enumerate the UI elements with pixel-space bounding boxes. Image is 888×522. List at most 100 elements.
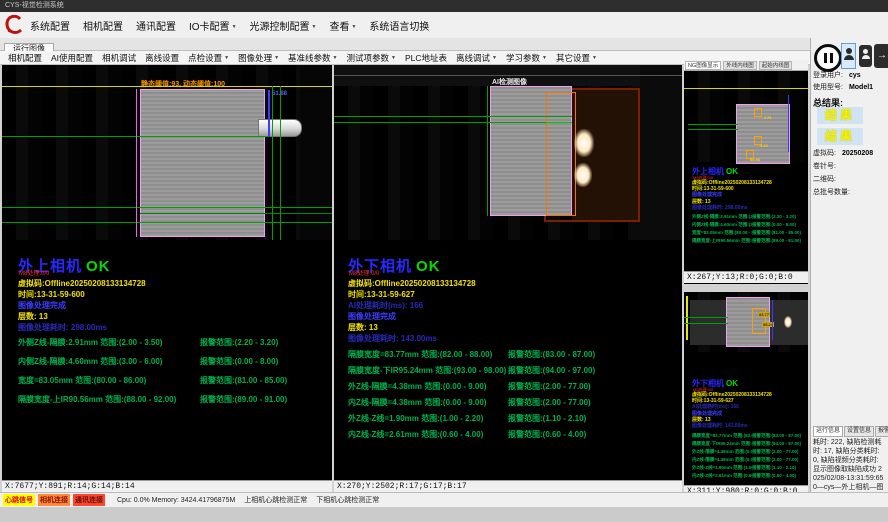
dropdown-arrow-icon: ▼ — [351, 24, 356, 30]
measurement-value: 内Z线-Z线=2.61mm 范围:(0.60 - 4.00) — [348, 427, 508, 443]
status-badge-3: 通讯连接 — [73, 494, 105, 506]
toolbar-item-12[interactable]: 其它设置▼ — [556, 52, 597, 64]
measurement-value: 宽度=83.05mm 范围:(80.00 - 86.00) — [18, 371, 200, 390]
measurement-row: 内侧Z线-隔膜:4.60mm 范围:(3.00 - 6.00)报警范围:(0.0… — [692, 221, 806, 229]
measurement-alarm-range: 报警范围:(81.00 - 85.00) — [200, 371, 287, 390]
pixel-coordinate-readout-middle: X:270;Y:2502;R:17;G:17;B:17 — [334, 480, 682, 492]
status-line: 虚拟码:Offline20250208133134728 — [18, 278, 146, 289]
status-line: 图像处理耗时: 143.00ms — [692, 423, 772, 429]
measurement-alarm-range: 报警范围:(83.00 - 87.00) — [752, 432, 801, 440]
camera-image-middle[interactable]: AI检测图像 — [334, 65, 682, 240]
toolbar-item-2[interactable]: AI使用配置 — [51, 52, 93, 64]
menu-item-5[interactable]: 光源控制配置▼ — [250, 18, 317, 33]
measurement-row: 内Z线-Z线=2.61mm 范围:(0.60 - 4.00)报警范围:(0.60… — [348, 427, 678, 443]
overlay-guide-line — [334, 75, 682, 76]
measurement-alarm-range: 报警范围:(2.00 - 77.00) — [508, 395, 591, 411]
preview-top-panel: NG图像显示外线内线图起始内线图 2.91 4.60 90.56 外上相机OK … — [684, 60, 808, 284]
result-ok-badge: OK — [416, 258, 441, 275]
log-tab-2[interactable]: 设置信息 — [844, 426, 874, 437]
toolbar-item-7[interactable]: 基准线参数▼ — [288, 52, 337, 64]
preview-image-bottom[interactable]: 83.77 95.24 — [684, 292, 808, 352]
pixel-coordinate-readout-left: X:7677;Y:891;R:14;G:14;B:14 — [2, 480, 332, 492]
measurement-value: 外Z线-Z线=1.90mm 范围:(1.00 - 2.20) — [348, 411, 508, 427]
overlay-guide-line — [2, 207, 332, 208]
menu-item-1[interactable]: 系统配置 — [30, 18, 70, 33]
info-fields: 虚拟码:20250208卷针号:二维码:总批号数量: — [813, 148, 873, 200]
preview-tab-3[interactable]: 起始内线图 — [759, 61, 793, 70]
dropdown-arrow-icon: ▼ — [492, 55, 497, 61]
window-titlebar: CYS-视觉检测系统 — [0, 0, 888, 12]
dropdown-arrow-icon: ▼ — [542, 55, 547, 61]
toolbar-item-1[interactable]: 相机配置 — [8, 52, 42, 64]
cpu-memory-readout: Cpu: 0.0% Memory: 3424.41796875M — [117, 497, 235, 504]
exit-button[interactable]: → — [874, 44, 888, 68]
measurement-row: 外Z线-隔膜=4.38mm 范围:(0.00 - 9.00)报警范围:(2.00… — [348, 379, 678, 395]
info-field-row-2: 卷针号: — [813, 161, 873, 174]
measurement-list: 隔膜宽度=83.77mm 范围:(82.00 - 88.00)报警范围:(83.… — [348, 347, 678, 443]
camera-bottom-heartbeat-status: 下相机心跳检测正常 — [316, 495, 379, 505]
status-bar: 心跳信号相机连接通讯连接 Cpu: 0.0% Memory: 3424.4179… — [0, 492, 888, 507]
status-lines: 虚拟码:Offline20250208133134728时间:13-31-59-… — [348, 278, 476, 344]
toolbar-item-9[interactable]: PLC地址表 — [405, 52, 447, 64]
user-switch-button[interactable] — [859, 45, 872, 67]
result-ok-badge: OK — [726, 167, 738, 176]
preview-tab-1[interactable]: NG图像显示 — [685, 61, 721, 70]
field-value: Model1 — [849, 84, 873, 91]
camera-image-left[interactable]: 静态阈值:93, 动态阈值:100 51.88 — [2, 65, 332, 240]
measurement-value: 外侧Z线-隔膜:2.91mm 范围:(2.00 - 3.50) — [18, 333, 200, 352]
preview-image-top[interactable]: 2.91 4.60 90.56 — [684, 71, 808, 162]
field-value: cys — [849, 72, 861, 79]
measurement-alarm-range: 报警范围:(2.20 - 3.20) — [752, 213, 796, 221]
measurement-row: 隔膜宽度-上IR90.56mm 范围:(88.00 - 92.00)报警范围:(… — [18, 390, 328, 409]
menu-item-6[interactable]: 查看▼ — [329, 18, 356, 33]
measurement-alarm-range: 报警范围:(81.00 - 85.00) — [752, 229, 801, 237]
overlay-guide-line — [788, 95, 789, 152]
defect-marker-label: 83.77 — [758, 312, 770, 317]
toolbar-item-6[interactable]: 图像处理▼ — [238, 52, 279, 64]
image-shadow-band — [640, 65, 682, 240]
toolbar-item-8[interactable]: 测试项参数▼ — [347, 52, 396, 64]
preview-tab-2[interactable]: 外线内线图 — [723, 61, 757, 70]
menu-item-2[interactable]: 相机配置 — [83, 18, 123, 33]
measurement-row: 内Z线-Z线=2.61mm 范围:(0.60 - 4.00)报警范围:(0.60… — [692, 472, 806, 480]
measurement-alarm-range: 报警范围:(0.60 - 4.00) — [752, 472, 796, 480]
menu-item-3[interactable]: 通讯配置 — [136, 18, 176, 33]
pause-button[interactable] — [814, 44, 842, 72]
toolbar-item-11[interactable]: 学习参数▼ — [506, 52, 547, 64]
dropdown-arrow-icon: ▼ — [224, 55, 229, 61]
menu-item-7[interactable]: 系统语言切换 — [369, 18, 429, 33]
menu-item-4[interactable]: IO卡配置▼ — [189, 18, 237, 33]
overlay-guide-line — [268, 90, 270, 137]
measurement-alarm-range: 报警范围:(1.10 - 2.10) — [752, 464, 796, 472]
sub-status-text: M8处理:0/0 — [349, 271, 379, 278]
measurement-alarm-range: 报警范围:(2.00 - 77.00) — [752, 456, 799, 464]
cell-region-preview — [736, 104, 790, 164]
measurement-value: 外Z线-隔膜=4.38mm 范围:(0.00 - 9.00) — [348, 379, 508, 395]
toolbar-item-4[interactable]: 离线设置 — [145, 52, 179, 64]
dropdown-arrow-icon: ▼ — [592, 55, 597, 61]
defect-marker-label: 2.91 — [764, 115, 772, 120]
measurement-value: 隔膜宽度-上IR90.56mm 范围:(88.00 - 92.00) — [18, 390, 200, 409]
overlay-guide-line — [686, 296, 688, 340]
measurement-row: 隔膜宽度-下IR95.24mm 范围:(93.00 - 98.00)报警范围:(… — [692, 440, 806, 448]
overlay-guide-line — [2, 86, 332, 87]
overlay-guide-line — [334, 116, 572, 117]
log-tab-1[interactable]: 运行信息 — [813, 426, 843, 437]
result-boxes: 结果结果 — [817, 107, 863, 149]
user-login-button[interactable] — [841, 43, 856, 69]
user-fields: 登录用户: cys 使用型号:Model1 — [813, 70, 873, 94]
measurement-list: 外侧Z线-隔膜:2.91mm 范围:(2.00 - 3.50)报警范围:(2.2… — [18, 333, 328, 409]
measurement-alarm-range: 报警范围:(2.00 - 77.00) — [752, 448, 799, 456]
defect-marker-label: 90.56 — [750, 157, 760, 162]
toolbar-item-10[interactable]: 离线调试▼ — [456, 52, 497, 64]
toolbar-item-3[interactable]: 相机调试 — [102, 52, 136, 64]
toolbar-item-5[interactable]: 点检设置▼ — [188, 52, 229, 64]
field-value: 20250208 — [842, 150, 873, 157]
log-tab-3[interactable]: 报警信息 — [875, 426, 888, 437]
camera-view-left-panel: 静态阈值:93, 动态阈值:100 51.88 外上相机OK M8处理:0/0 … — [2, 65, 332, 492]
dropdown-arrow-icon: ▼ — [312, 24, 317, 30]
overlay-guide-line — [334, 122, 572, 123]
measurement-value: 内Z线-隔膜=4.38mm 范围:(0.00 - 9.00) — [692, 456, 752, 464]
user-field-row-2: 使用型号:Model1 — [813, 82, 873, 94]
field-label: 登录用户: — [813, 72, 843, 79]
